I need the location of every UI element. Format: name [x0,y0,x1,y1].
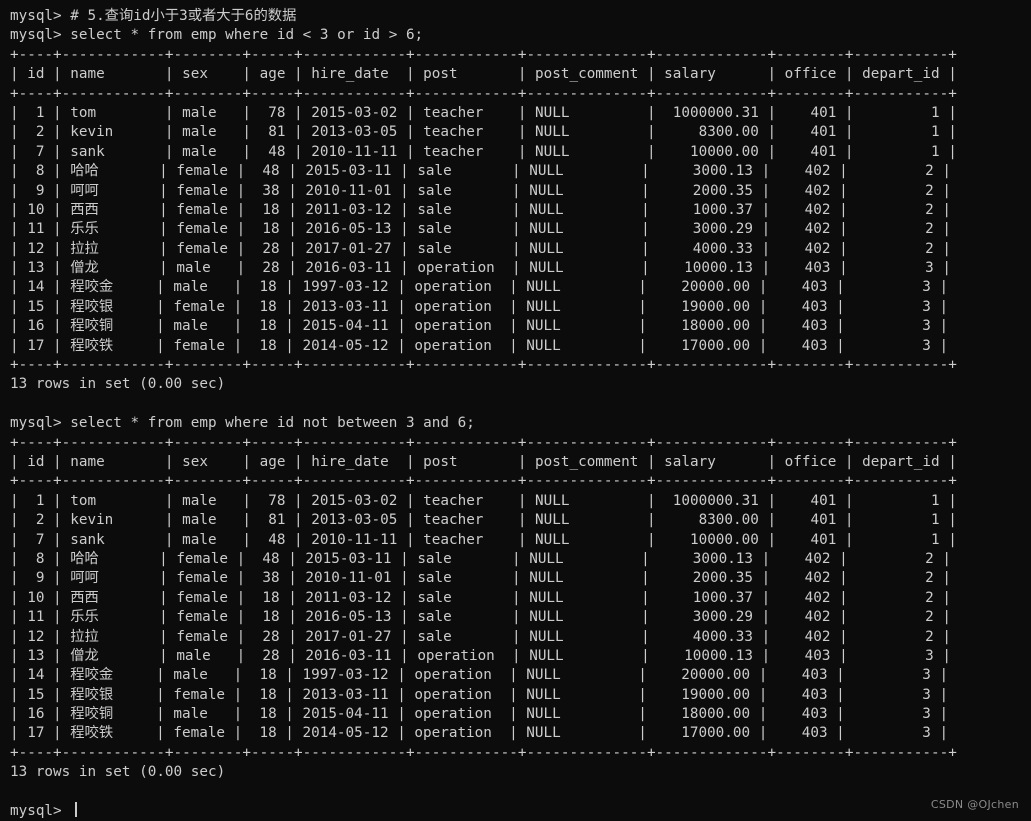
table-row: | 15 | 程咬银 | female | 18 | 2013-03-11 | … [10,686,949,703]
table-row: | 10 | 西西 | female | 18 | 2011-03-12 | s… [10,201,951,218]
command-line-comment: mysql> # 5.查询id小于3或者大于6的数据 [10,8,297,24]
table-row: | 2 | kevin | male | 81 | 2013-03-05 | t… [10,512,957,529]
table-header-row: | id | name | sex | age | hire_date | po… [10,66,957,83]
table-row: | 8 | 哈哈 | female | 48 | 2015-03-11 | sa… [10,550,951,567]
table-row: | 12 | 拉拉 | female | 28 | 2017-01-27 | s… [10,240,951,257]
result-status: 13 rows in set (0.00 sec) [10,376,226,393]
table-row: | 16 | 程咬铜 | male | 18 | 2015-04-11 | op… [10,318,949,335]
table-row: | 7 | sank | male | 48 | 2010-11-11 | te… [10,531,957,548]
command-line-query: mysql> select * from emp where id < 3 or… [10,27,424,44]
table-separator: +----+------------+--------+-----+------… [10,357,957,374]
table-header-row: | id | name | sex | age | hire_date | po… [10,453,957,470]
table-row: | 9 | 呵呵 | female | 38 | 2010-11-01 | sa… [10,570,951,587]
table-separator: +----+------------+--------+-----+------… [10,85,957,102]
prompt-line: mysql> [10,802,1031,821]
table-row: | 10 | 西西 | female | 18 | 2011-03-12 | s… [10,589,951,606]
table-row: | 11 | 乐乐 | female | 18 | 2016-05-13 | s… [10,609,951,626]
terminal-window[interactable]: mysql> # 5.查询id小于3或者大于6的数据 mysql> select … [0,0,1031,821]
table-row: | 16 | 程咬铜 | male | 18 | 2015-04-11 | op… [10,706,949,723]
table-row: | 1 | tom | male | 78 | 2015-03-02 | tea… [10,104,957,121]
table-row: | 13 | 僧龙 | male | 28 | 2016-03-11 | ope… [10,647,951,664]
table-row: | 14 | 程咬金 | male | 18 | 1997-03-12 | op… [10,667,949,684]
table-separator: +----+------------+--------+-----+------… [10,473,957,490]
watermark: CSDN @OJchen [930,798,1019,811]
table-row: | 17 | 程咬铁 | female | 18 | 2014-05-12 | … [10,725,949,742]
command-line-query: mysql> select * from emp where id not be… [10,415,475,432]
table-row: | 13 | 僧龙 | male | 28 | 2016-03-11 | ope… [10,260,951,277]
table-row: | 11 | 乐乐 | female | 18 | 2016-05-13 | s… [10,221,951,238]
table-row: | 12 | 拉拉 | female | 28 | 2017-01-27 | s… [10,628,951,645]
table-row: | 7 | sank | male | 48 | 2010-11-11 | te… [10,143,957,160]
table-row: | 15 | 程咬银 | female | 18 | 2013-03-11 | … [10,298,949,315]
table-row: | 14 | 程咬金 | male | 18 | 1997-03-12 | op… [10,279,949,296]
table-row: | 8 | 哈哈 | female | 48 | 2015-03-11 | sa… [10,163,951,180]
table-separator: +----+------------+--------+-----+------… [10,434,957,451]
table-row: | 1 | tom | male | 78 | 2015-03-02 | tea… [10,492,957,509]
table-row: | 17 | 程咬铁 | female | 18 | 2014-05-12 | … [10,337,949,354]
table-row: | 2 | kevin | male | 81 | 2013-03-05 | t… [10,124,957,141]
result-status: 13 rows in set (0.00 sec) [10,764,226,781]
text-cursor [75,802,78,818]
terminal-output: mysql> # 5.查询id小于3或者大于6的数据 mysql> select … [10,7,1031,821]
table-separator: +----+------------+--------+-----+------… [10,744,957,761]
table-row: | 9 | 呵呵 | female | 38 | 2010-11-01 | sa… [10,182,951,199]
table-separator: +----+------------+--------+-----+------… [10,46,957,63]
